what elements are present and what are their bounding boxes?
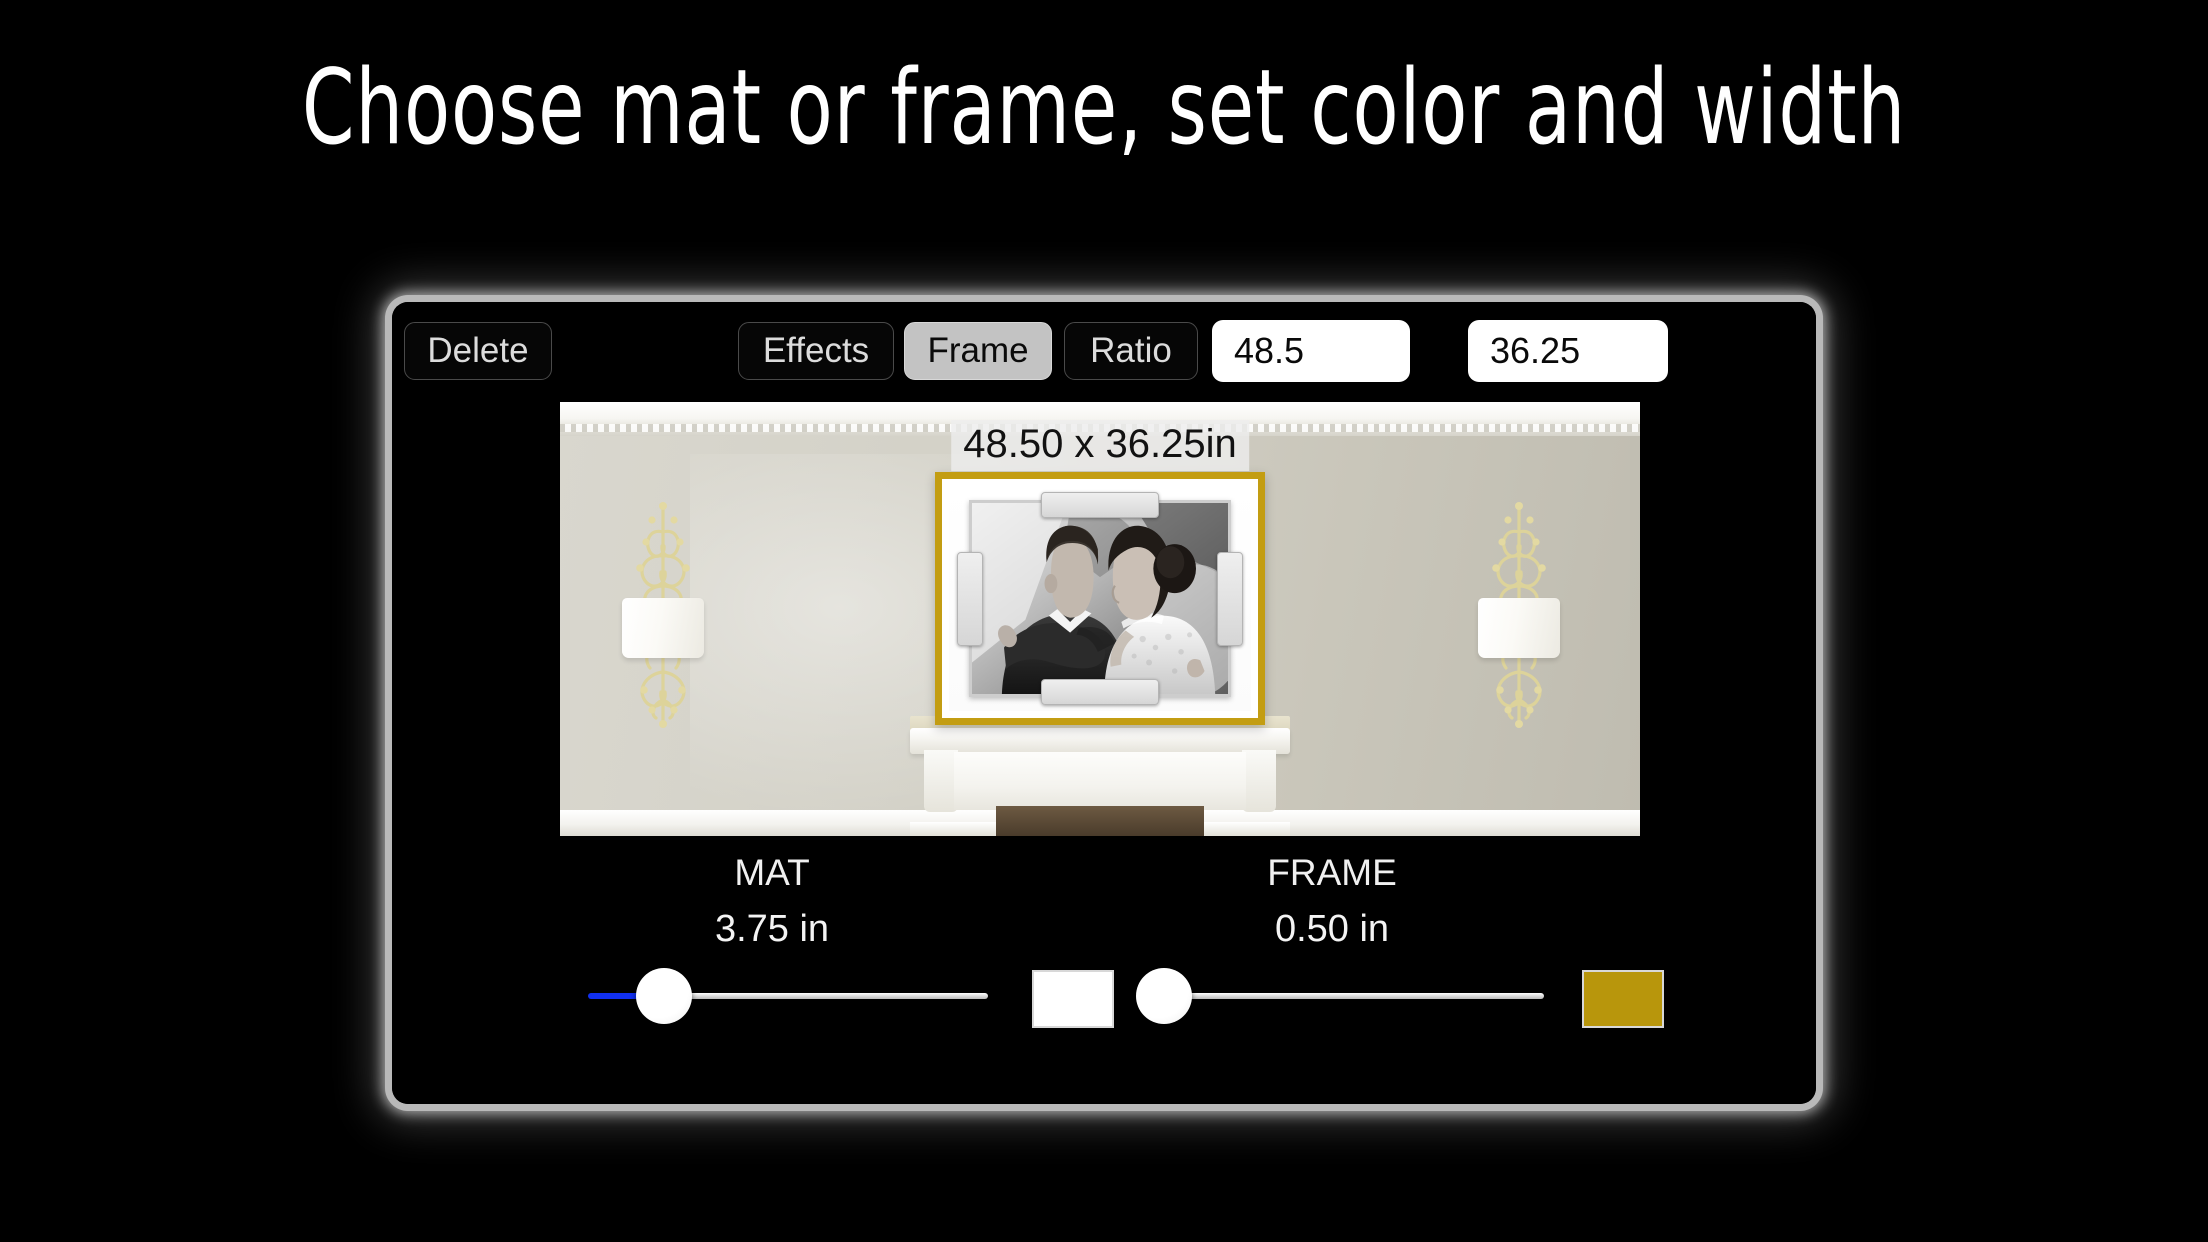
page-title: Choose mat or frame, set color and width <box>301 48 1907 168</box>
frame-slider-thumb[interactable] <box>1136 968 1192 1024</box>
room-preview[interactable]: 48.50 x 36.25in <box>560 402 1640 836</box>
mat-width-slider[interactable] <box>588 962 988 1028</box>
wall-sconce-left <box>620 494 706 734</box>
frame-label: FRAME <box>1267 852 1397 893</box>
mat-color-swatch[interactable] <box>1032 970 1114 1028</box>
ratio-button[interactable]: Ratio <box>1064 322 1198 380</box>
wedding-photo <box>972 503 1228 694</box>
width-input[interactable]: 48.5 <box>1212 320 1410 382</box>
mat-slider-thumb[interactable] <box>636 968 692 1024</box>
sconce-shade-left <box>622 598 704 658</box>
mat-width-value: 3.75 in <box>714 908 830 950</box>
resize-handle-right[interactable] <box>1217 551 1243 646</box>
mantel-corbel-right <box>1242 750 1276 812</box>
frame-color-swatch[interactable] <box>1582 970 1664 1028</box>
dimension-label: 48.50 x 36.25in <box>951 420 1249 471</box>
resize-handle-top[interactable] <box>1041 492 1159 518</box>
toolbar: Delete Effects Frame Ratio 48.5 36.25 <box>392 302 1816 398</box>
frame-slider-track <box>1164 993 1544 999</box>
artwork-photo-border <box>969 500 1231 697</box>
mat-label: MAT <box>734 852 810 893</box>
screen-root: Choose mat or frame, set color and width… <box>0 0 2208 1242</box>
resize-handle-left[interactable] <box>957 551 983 646</box>
mat-slider-track <box>664 993 988 999</box>
effects-button[interactable]: Effects <box>738 322 894 380</box>
device-mockup: Delete Effects Frame Ratio 48.5 36.25 48… <box>392 302 1816 1104</box>
mantel-shelf <box>910 728 1290 754</box>
couple-kissing-photo <box>972 503 1228 694</box>
mantel-frieze <box>954 752 1246 810</box>
frame-tab-button[interactable]: Frame <box>904 322 1052 380</box>
app-screen: Delete Effects Frame Ratio 48.5 36.25 48… <box>392 302 1816 1104</box>
fireplace-mantel <box>910 716 1290 836</box>
sconce-shade-right <box>1478 598 1560 658</box>
wall-sconce-right <box>1476 494 1562 734</box>
frame-width-value: 0.50 in <box>1274 908 1390 950</box>
height-input[interactable]: 36.25 <box>1468 320 1668 382</box>
resize-handle-bottom[interactable] <box>1041 679 1159 705</box>
delete-button[interactable]: Delete <box>404 322 552 380</box>
framed-artwork[interactable] <box>935 472 1265 725</box>
firebox-opening <box>996 806 1204 836</box>
frame-width-slider[interactable] <box>1136 962 1544 1028</box>
mantel-corbel-left <box>924 750 958 812</box>
